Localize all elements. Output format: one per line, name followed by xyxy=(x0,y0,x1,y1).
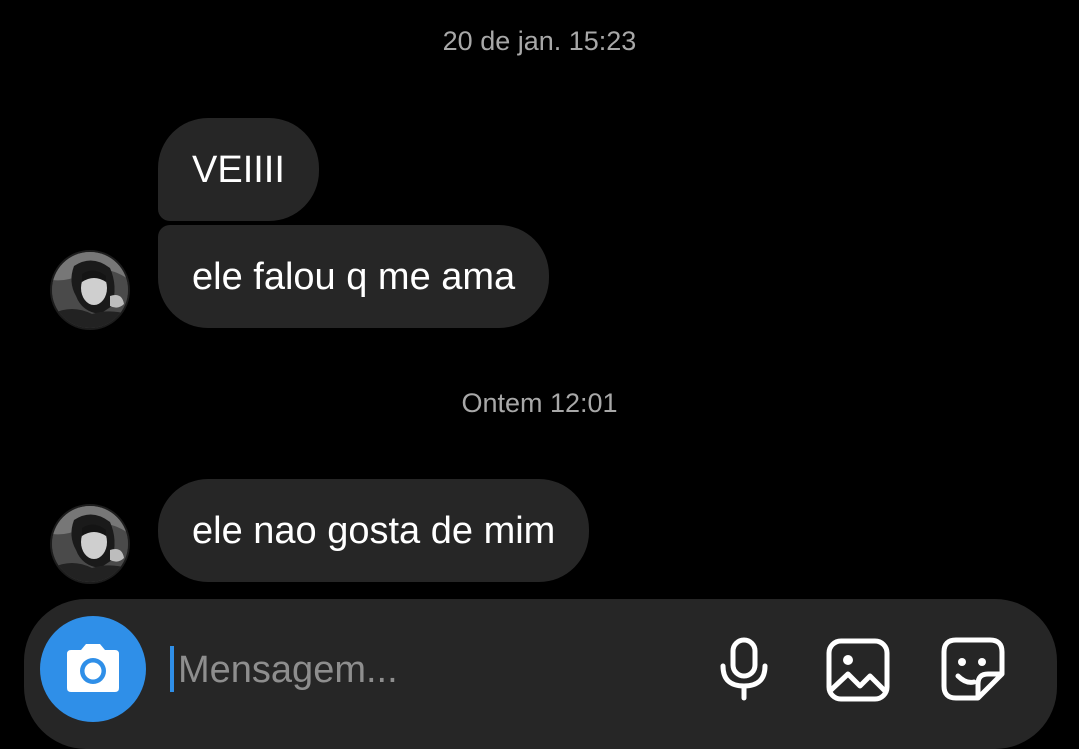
message-bubble[interactable]: ele falou q me ama xyxy=(158,225,550,328)
sender-avatar[interactable] xyxy=(50,250,130,330)
message-bubble[interactable]: VEIIII xyxy=(158,118,319,221)
message-input[interactable] xyxy=(178,640,698,700)
avatar-photo xyxy=(52,506,128,582)
gallery-icon xyxy=(826,638,890,702)
sticker-icon xyxy=(941,637,1005,701)
gallery-button[interactable] xyxy=(826,636,890,707)
camera-icon xyxy=(67,644,119,692)
camera-button[interactable] xyxy=(40,616,146,722)
avatar-photo xyxy=(52,252,128,328)
sender-avatar[interactable] xyxy=(50,504,130,584)
date-separator: 20 de jan. 15:23 xyxy=(442,26,637,56)
date-separator: Ontem 12:01 xyxy=(461,388,618,418)
microphone-icon xyxy=(720,637,768,701)
microphone-button[interactable] xyxy=(718,636,770,707)
message-bubble[interactable]: ele nao gosta de mim xyxy=(158,479,590,582)
sticker-button[interactable] xyxy=(940,636,1006,707)
text-cursor xyxy=(170,646,174,692)
